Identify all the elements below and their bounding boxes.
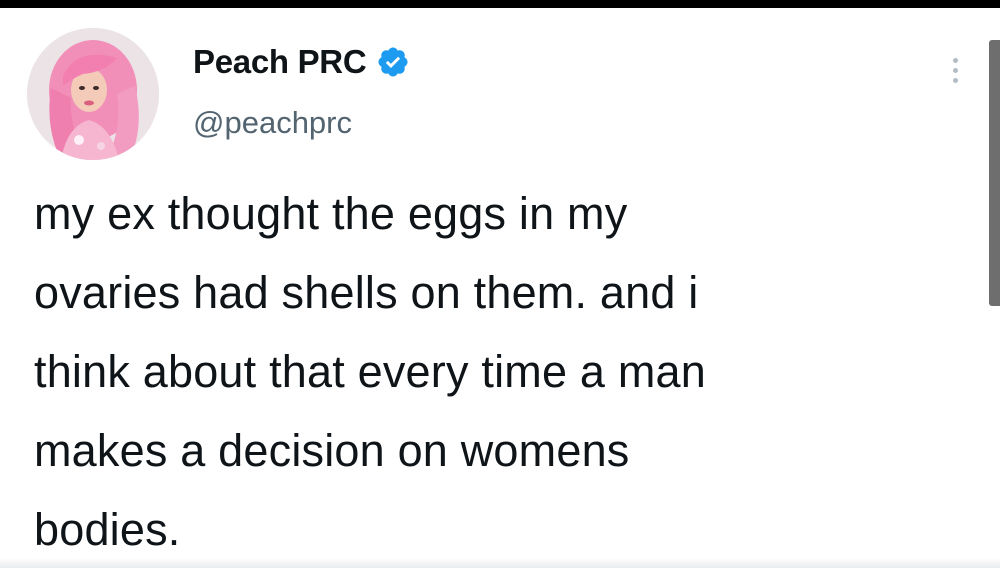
name-row: Peach PRC — [193, 40, 410, 84]
dot — [952, 57, 958, 63]
scrollbar[interactable] — [989, 40, 1000, 306]
dot — [952, 67, 958, 73]
tweet-card: Peach PRC @peachprc my ex thought the eg… — [0, 8, 1000, 568]
dot — [952, 77, 958, 83]
user-handle[interactable]: @peachprc — [193, 105, 352, 141]
verified-badge-icon — [376, 45, 410, 79]
tweet-text: my ex thought the eggs in my ovaries had… — [34, 188, 706, 555]
avatar[interactable] — [27, 28, 159, 160]
display-name[interactable]: Peach PRC — [193, 43, 367, 81]
avatar-photo-icon — [27, 28, 159, 160]
bottom-edge — [0, 558, 1000, 568]
more-options-icon[interactable] — [938, 50, 972, 90]
top-bar — [0, 0, 1000, 8]
